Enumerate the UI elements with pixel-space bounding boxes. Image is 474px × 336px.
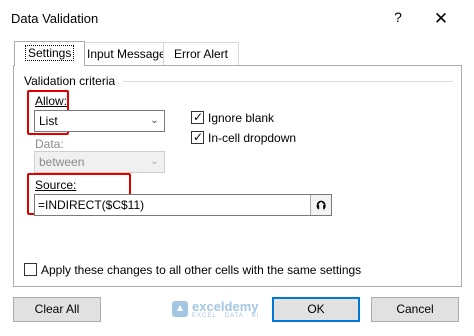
collapse-dialog-button[interactable]: ⮉ (310, 195, 331, 215)
clear-all-label: Clear All (34, 302, 80, 316)
group-divider (123, 81, 453, 82)
incell-dropdown-label: In-cell dropdown (208, 131, 297, 145)
help-icon[interactable]: ? (389, 9, 407, 29)
close-icon[interactable]: ✕ (428, 8, 454, 30)
clear-all-button[interactable]: Clear All (13, 297, 101, 322)
dialog-title: Data Validation (11, 11, 99, 26)
checkmark-icon: ✓ (193, 110, 204, 124)
tab-settings[interactable]: Settings (14, 41, 86, 66)
apply-all-checkbox[interactable] (24, 263, 37, 276)
chevron-down-icon: ⌄ (150, 156, 159, 167)
incell-dropdown-checkbox[interactable]: ✓ (191, 130, 204, 144)
source-value: =INDIRECT($C$11) (38, 198, 145, 212)
allow-value: List (39, 114, 58, 128)
cancel-label: Cancel (396, 302, 434, 316)
exceldemy-logo-icon: ▲ (172, 301, 188, 317)
data-value: between (39, 155, 85, 169)
tab-error-alert[interactable]: Error Alert (163, 42, 240, 65)
validation-criteria-label: Validation criteria (24, 74, 116, 88)
range-select-icon: ⮉ (316, 198, 326, 212)
title-bar: Data Validation ? ✕ (0, 0, 474, 38)
checkmark-icon: ✓ (193, 130, 204, 144)
chevron-down-icon: ⌄ (150, 115, 159, 126)
apply-all-label: Apply these changes to all other cells w… (41, 263, 362, 277)
tab-input-message[interactable]: Input Message (76, 42, 177, 65)
data-dropdown: between ⌄ (34, 151, 165, 173)
ignore-blank-checkbox[interactable]: ✓ (191, 110, 204, 124)
ignore-blank-label: Ignore blank (208, 111, 275, 125)
source-label-text: Source: (35, 178, 77, 192)
watermark-name: exceldemy (192, 299, 259, 314)
cancel-button[interactable]: Cancel (371, 297, 459, 322)
watermark-tagline: EXCEL · DATA · BI (192, 313, 260, 319)
source-label: Source: (35, 178, 76, 192)
ok-button[interactable]: OK (272, 297, 360, 322)
tab-input-message-label: Input Message (87, 47, 166, 61)
ok-label: OK (307, 302, 325, 316)
allow-dropdown[interactable]: List ⌄ (34, 110, 165, 132)
data-label: Data: (35, 137, 64, 151)
source-input[interactable]: =INDIRECT($C$11) ⮉ (34, 194, 332, 216)
tab-settings-label: Settings (25, 45, 75, 61)
tab-error-alert-label: Error Alert (174, 47, 229, 61)
